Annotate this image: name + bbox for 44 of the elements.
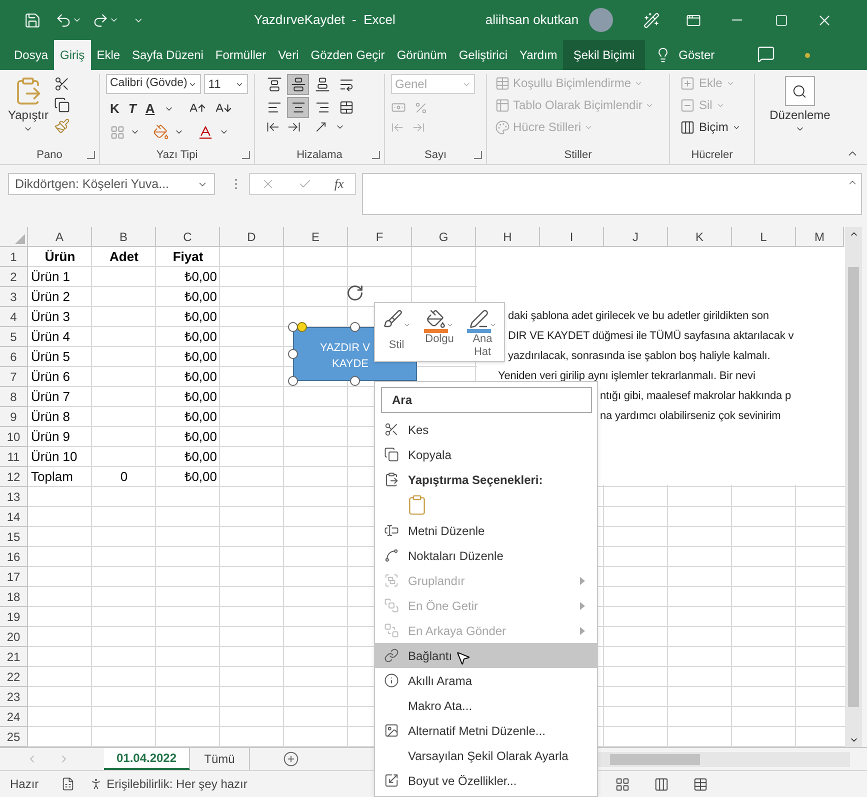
status-mode: Hazır [10,776,39,793]
table-cell-text: ₺0,00 [184,348,218,366]
table-cell-text: Fiyat [172,248,204,266]
table-cell-text: Ürün 7 [30,388,72,406]
table-cell-text: ₺0,00 [184,468,218,486]
text-line: na yardımcı olabilirseniz çok sevinirim [600,408,781,424]
text-line: DIR VE KAYDET düğmesi ile TÜMÜ sayfasına aktarılacak v [508,328,794,344]
table-cell-text: Ürün 4 [30,328,72,346]
table-cell-text: ₺0,00 [184,448,218,466]
window-title: YazdırveKaydet - Excel [254,11,396,30]
table-cell-text: Ürün [44,248,76,266]
group-label: Hizalama [296,148,342,163]
table-cell-text: ₺0,00 [184,388,218,406]
table-cell-text: Ürün 1 [30,268,72,286]
group-label: Pano [36,148,62,163]
group-label: Sayı [424,148,446,163]
text-line: Yeniden veri girilip aynı işlemler tekrarlanmalı. Bir nevi [498,368,756,384]
menu-section-row: Yapıştırma Seçenekleri: [375,467,597,492]
table-cell-text: ₺0,00 [184,328,218,346]
text-line: daki şablona adet girilecek ve bu adetler girildikten son [508,308,769,324]
table-cell-text: ₺0,00 [184,368,218,386]
table-cell-text: Toplam [30,468,74,486]
table-cell-text: Ürün 10 [30,448,78,466]
table-cell-text: Ürün 9 [30,428,72,446]
table-cell-text: ₺0,00 [184,428,218,446]
table-cell-text: Ürün 5 [30,348,72,366]
table-cell-text: 0 [119,468,129,486]
text-line: ntığı gibi, maalesef makrolar hakkında p [600,388,792,404]
user-name: aliihsan okutkan [485,11,579,30]
group-label: Hücreler [691,148,733,163]
table-cell-text: Ürün 6 [30,368,72,386]
table-cell-text: Ürün 8 [30,408,72,426]
shape-text: KAYDE [332,357,368,372]
table-cell-text: Ürün 2 [30,288,72,306]
text-line: yazdırılacak, sonrasında ise şablon boş haliyle kalmalı. [508,348,770,364]
table-cell-text: ₺0,00 [184,308,218,326]
table-cell-text: ₺0,00 [184,288,218,306]
table-cell-text: Ürün 3 [30,308,72,326]
shape-text: YAZDIR V [320,341,370,356]
table-cell-text: ₺0,00 [184,268,218,286]
group-label: Yazı Tipi [156,148,198,163]
group-label: Stiller [564,148,592,163]
table-cell-text: Adet [108,248,140,266]
table-cell-text: ₺0,00 [184,408,218,426]
